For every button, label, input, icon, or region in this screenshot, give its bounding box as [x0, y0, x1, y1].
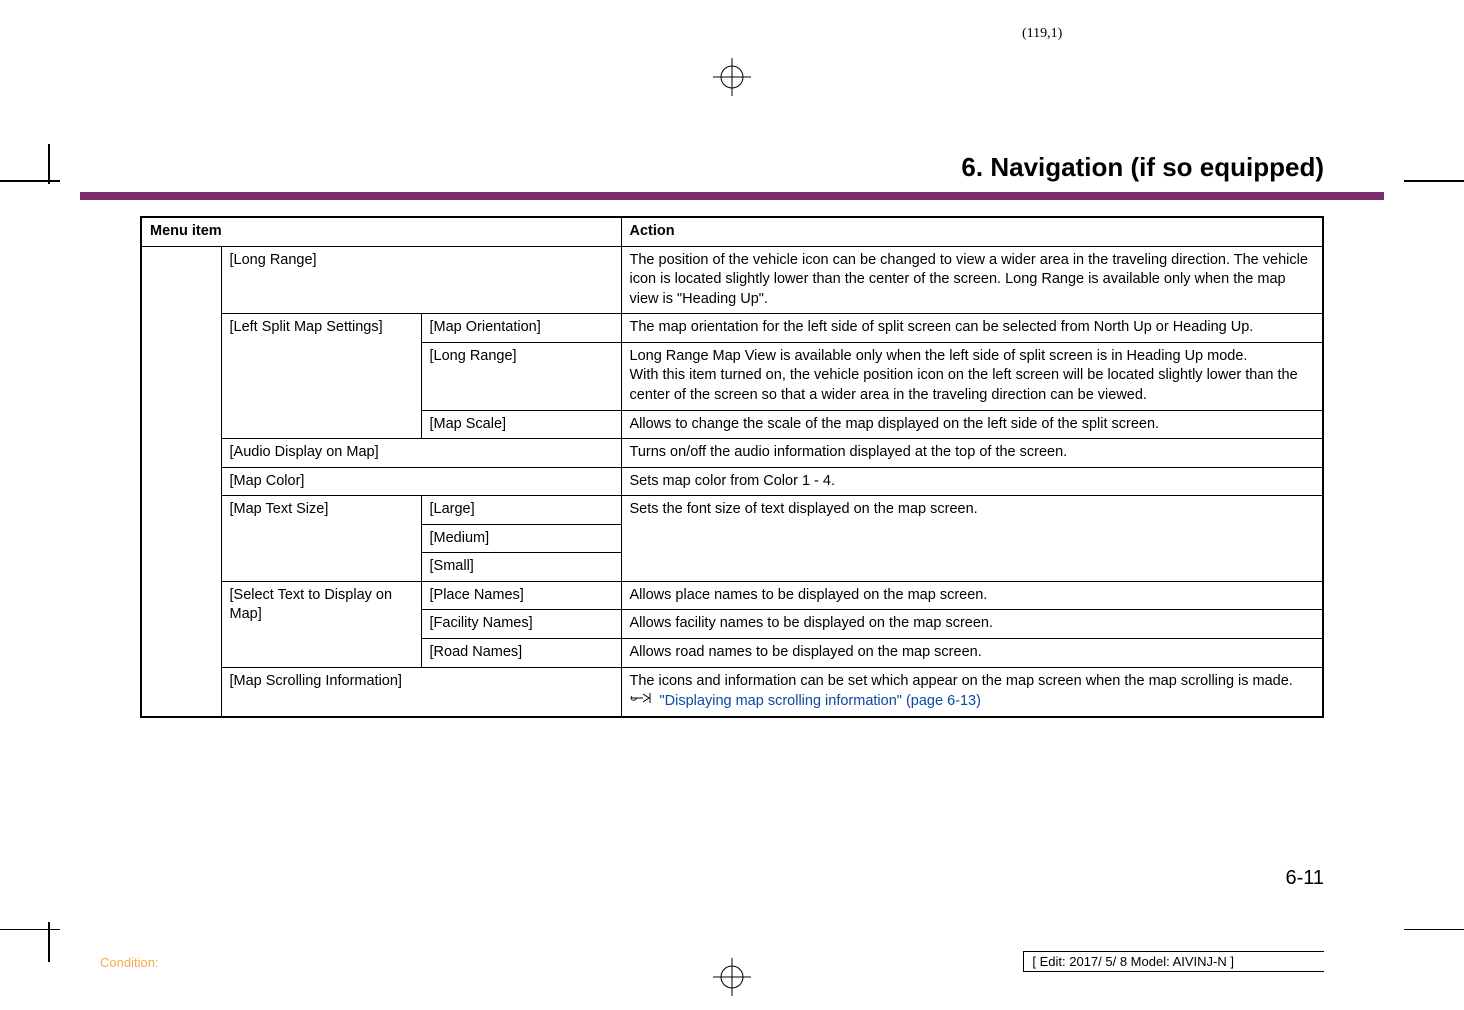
- action-facility-names: Allows facility names to be displayed on…: [621, 610, 1323, 639]
- menu-left-long-range: [Long Range]: [421, 342, 621, 410]
- crop-mark-bottom-icon: [713, 958, 751, 996]
- menu-map-scale: [Map Scale]: [421, 410, 621, 439]
- menu-facility-names: [Facility Names]: [421, 610, 621, 639]
- crop-mark-top-icon: [713, 58, 751, 96]
- page-number-bottom: 6-11: [1285, 867, 1324, 890]
- menu-select-text: [Select Text to Display on Map]: [221, 581, 421, 667]
- action-left-long-range: Long Range Map View is available only wh…: [621, 342, 1323, 410]
- menu-map-text-size: [Map Text Size]: [221, 496, 421, 582]
- menu-map-scrolling: [Map Scrolling Information]: [221, 667, 621, 717]
- action-map-scrolling-text: The icons and information can be set whi…: [630, 673, 1293, 689]
- menu-place-names: [Place Names]: [421, 581, 621, 610]
- menu-left-split: [Left Split Map Settings]: [221, 314, 421, 439]
- menu-road-names: [Road Names]: [421, 639, 621, 668]
- header-action: Action: [621, 217, 1323, 246]
- reference-link: "Displaying map scrolling information" (…: [660, 693, 981, 709]
- section-title: 6. Navigation (if so equipped): [961, 152, 1324, 183]
- trim-mark-icon: [1404, 929, 1464, 931]
- header-menu-item: Menu item: [141, 217, 621, 246]
- menu-map-color: [Map Color]: [221, 467, 621, 496]
- trim-mark-icon: [48, 144, 50, 184]
- edit-info: [ Edit: 2017/ 5/ 8 Model: AIVINJ-N ]: [1023, 951, 1324, 972]
- action-road-names: Allows road names to be displayed on the…: [621, 639, 1323, 668]
- menu-map-orientation: [Map Orientation]: [421, 314, 621, 343]
- trim-mark-icon: [0, 180, 60, 182]
- action-map-orientation: The map orientation for the left side of…: [621, 314, 1323, 343]
- action-map-scrolling: The icons and information can be set whi…: [621, 667, 1323, 717]
- page-number-top: (119,1): [1022, 26, 1062, 42]
- menu-small: [Small]: [421, 553, 621, 582]
- condition-label: Condition:: [100, 955, 159, 970]
- action-long-range: The position of the vehicle icon can be …: [621, 246, 1323, 314]
- menu-long-range: [Long Range]: [221, 246, 621, 314]
- content-area: Menu item Action [Long Range] The positi…: [140, 216, 1324, 718]
- trim-mark-icon: [48, 922, 50, 962]
- action-map-color: Sets map color from Color 1 - 4.: [621, 467, 1323, 496]
- action-map-scale: Allows to change the scale of the map di…: [621, 410, 1323, 439]
- menu-audio-display: [Audio Display on Map]: [221, 439, 621, 468]
- action-map-text-size: Sets the font size of text displayed on …: [621, 496, 1323, 582]
- accent-bar: [80, 192, 1384, 200]
- action-place-names: Allows place names to be displayed on th…: [621, 581, 1323, 610]
- trim-mark-icon: [1404, 180, 1464, 182]
- menu-large: [Large]: [421, 496, 621, 525]
- trim-mark-icon: [0, 929, 60, 931]
- menu-medium: [Medium]: [421, 524, 621, 553]
- settings-table: Menu item Action [Long Range] The positi…: [140, 216, 1324, 718]
- indent-cell: [141, 246, 221, 717]
- reference-hand-icon: [630, 691, 656, 712]
- action-audio-display: Turns on/off the audio information displ…: [621, 439, 1323, 468]
